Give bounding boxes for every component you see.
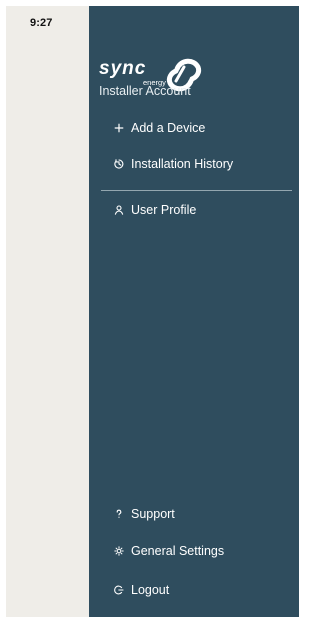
user-icon	[113, 204, 125, 216]
menu-item-label: General Settings	[131, 544, 225, 558]
background-panel: 9:27	[6, 6, 89, 617]
gear-icon	[113, 545, 125, 557]
menu-item-label: Support	[131, 507, 175, 521]
menu-item-general-settings[interactable]: General Settings	[113, 542, 224, 560]
question-icon	[113, 508, 125, 520]
status-time: 9:27	[30, 17, 53, 29]
account-type-label: Installer Account	[99, 84, 191, 98]
menu-item-label: Installation History	[131, 157, 234, 171]
menu-item-label: Add a Device	[131, 121, 206, 135]
menu-item-user-profile[interactable]: User Profile	[113, 201, 196, 219]
menu-item-support[interactable]: Support	[113, 505, 175, 523]
logout-icon	[113, 584, 125, 596]
svg-text:sync: sync	[99, 58, 146, 79]
app-screen: 9:27 sync energy Installer Account Add a…	[0, 0, 299, 617]
plus-icon	[113, 122, 125, 134]
menu-item-logout[interactable]: Logout	[113, 581, 169, 599]
menu-item-label: Logout	[131, 583, 170, 597]
menu-item-installation-history[interactable]: Installation History	[113, 155, 233, 173]
menu-item-add-device[interactable]: Add a Device	[113, 119, 205, 137]
menu-divider	[101, 190, 292, 191]
menu-item-label: User Profile	[131, 203, 197, 217]
history-icon	[113, 158, 125, 170]
navigation-drawer: sync energy Installer Account Add a Devi…	[89, 6, 299, 617]
